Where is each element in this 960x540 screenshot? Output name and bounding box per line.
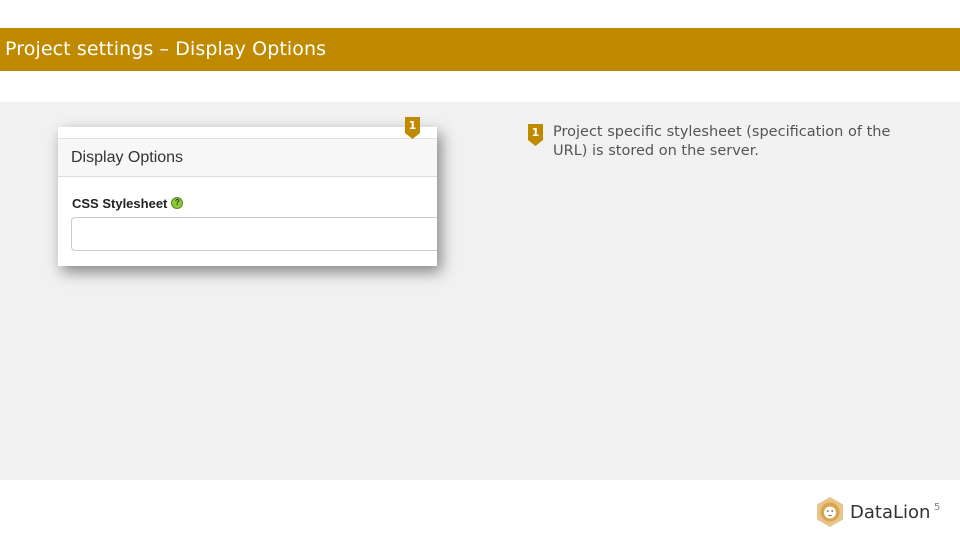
page-number: 5 xyxy=(934,502,941,513)
datalion-logo: DataLion xyxy=(814,495,930,529)
lion-icon xyxy=(817,497,843,527)
panel-header: Display Options xyxy=(58,138,437,177)
callout-marker-1: 1 xyxy=(405,117,420,139)
callout-marker-number: 1 xyxy=(408,119,417,132)
logo-text: DataLion xyxy=(850,501,931,523)
panel-title: Display Options xyxy=(71,149,184,166)
css-stylesheet-label-row: CSS Stylesheet ? xyxy=(72,194,184,212)
note-marker-number: 1 xyxy=(531,126,540,139)
note-text: Project specific stylesheet (specificati… xyxy=(553,124,891,159)
question-icon[interactable]: ? xyxy=(171,197,184,209)
slide-title: Project settings – Display Options xyxy=(5,38,327,60)
css-stylesheet-input[interactable] xyxy=(71,217,437,251)
css-stylesheet-label: CSS Stylesheet xyxy=(72,195,168,211)
note-marker-1: 1 xyxy=(528,124,543,146)
slide-title-bar: Project settings – Display Options xyxy=(0,28,960,71)
display-options-panel: Display Options CSS Stylesheet ? xyxy=(58,127,437,266)
